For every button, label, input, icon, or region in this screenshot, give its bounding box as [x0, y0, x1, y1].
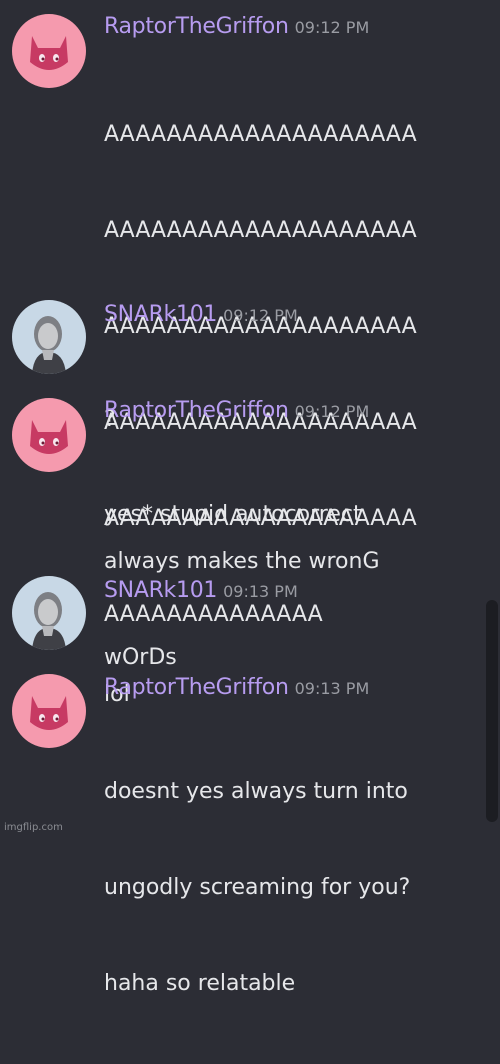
- username[interactable]: RaptorTheGriffon: [104, 675, 289, 700]
- message-line: always makes the wronG: [104, 549, 380, 574]
- username[interactable]: RaptorTheGriffon: [104, 398, 289, 423]
- statue-avatar[interactable]: [12, 300, 86, 374]
- message-header: RaptorTheGriffon 09:13 PM: [104, 675, 369, 700]
- message-line: doesnt yes always turn into: [104, 779, 408, 804]
- statue-icon: [32, 592, 66, 650]
- username[interactable]: SNARk101: [104, 302, 217, 327]
- message-header: SNARk101 09:13 PM: [104, 578, 298, 603]
- pink-cat-avatar[interactable]: [12, 398, 86, 472]
- scrollbar[interactable]: [486, 600, 498, 822]
- message-header: RaptorTheGriffon 09:12 PM: [104, 398, 369, 423]
- statue-avatar[interactable]: [12, 576, 86, 650]
- pink-cat-avatar[interactable]: [12, 674, 86, 748]
- message-line: AAAAAAAAAAAAAAAAAAAA: [104, 218, 417, 243]
- message-header: RaptorTheGriffon 09:12 PM: [104, 14, 369, 39]
- message-line: AAAAAAAAAAAAAAAAAAAA: [104, 122, 417, 147]
- cat-icon: [30, 696, 68, 730]
- username[interactable]: SNARk101: [104, 578, 217, 603]
- message-line: ungodly screaming for you?: [104, 875, 411, 900]
- cat-icon: [30, 420, 68, 454]
- message-body: doesnt yes always turn into ungodly scre…: [104, 712, 476, 1064]
- timestamp: 09:12 PM: [294, 402, 370, 421]
- cat-icon: [30, 36, 68, 70]
- timestamp: 09:12 PM: [223, 306, 298, 325]
- username[interactable]: RaptorTheGriffon: [104, 14, 289, 39]
- timestamp: 09:12 PM: [294, 18, 370, 37]
- statue-icon: [32, 316, 66, 374]
- message-header: SNARk101 09:12 PM: [104, 302, 298, 327]
- timestamp: 09:13 PM: [294, 679, 370, 698]
- watermark: imgflip.com: [4, 822, 63, 833]
- pink-cat-avatar[interactable]: [12, 14, 86, 88]
- timestamp: 09:13 PM: [223, 582, 298, 601]
- message-line: haha so relatable: [104, 971, 296, 996]
